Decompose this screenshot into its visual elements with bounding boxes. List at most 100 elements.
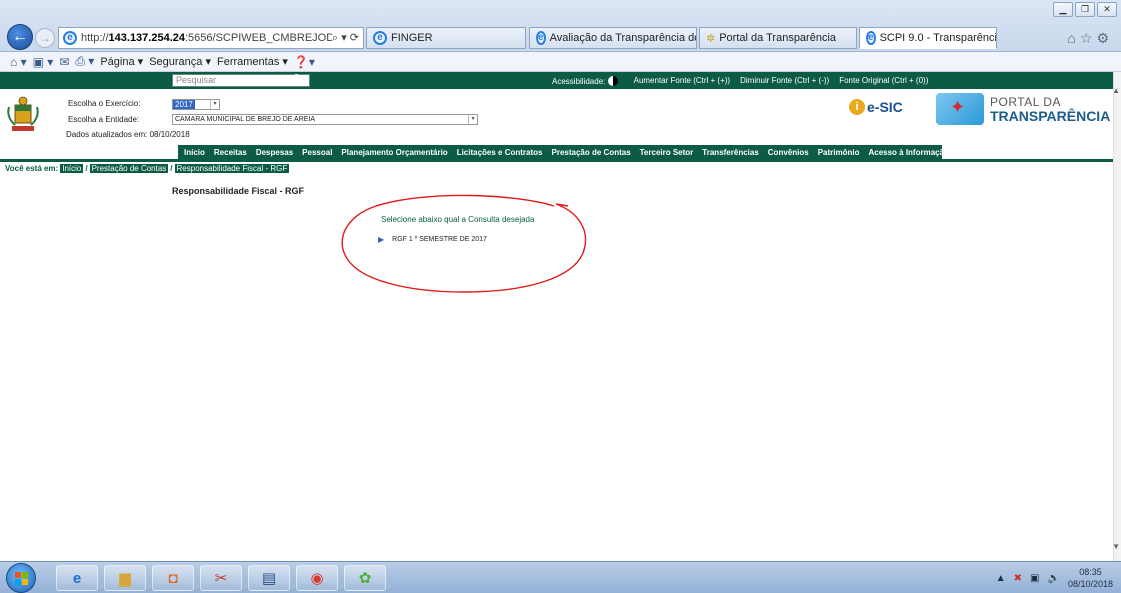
scroll-down-icon[interactable]: ▼	[1112, 542, 1120, 551]
display-icon[interactable]: ▣	[1030, 573, 1039, 584]
main-nav: Início Receitas Despesas Pessoal Planeja…	[178, 145, 949, 159]
nav-planejamento[interactable]: Planejamento Orçamentário	[341, 148, 447, 157]
nav-pessoal[interactable]: Pessoal	[302, 148, 332, 157]
clock-time: 08:35	[1079, 567, 1102, 577]
home-icon[interactable]: ⌂ ▾	[10, 55, 27, 69]
original-font-link[interactable]: Fonte Original (Ctrl + (0))	[839, 76, 928, 86]
volume-icon[interactable]: 🔈	[1048, 573, 1060, 584]
menu-seguranca[interactable]: Segurança ▾	[149, 55, 211, 68]
info-icon: i	[849, 99, 865, 115]
taskbar-chrome[interactable]: ◉	[296, 565, 338, 591]
chrome-icon: ◉	[310, 570, 324, 587]
internet-explorer-icon: e	[72, 569, 82, 587]
help-icon[interactable]: ❓▾	[294, 55, 315, 69]
forward-button[interactable]: →	[35, 28, 55, 48]
document-icon: ▤	[261, 570, 277, 587]
decrease-font-link[interactable]: Diminuir Fonte (Ctrl + (-))	[740, 76, 829, 86]
nav-despesas[interactable]: Despesas	[256, 148, 293, 157]
start-button[interactable]	[6, 563, 36, 593]
nav-receitas[interactable]: Receitas	[214, 148, 247, 157]
breadcrumb-separator: /	[85, 164, 88, 173]
chevron-down-icon[interactable]: ▾	[468, 115, 477, 124]
taskbar-app-orange[interactable]: ◘	[152, 565, 194, 591]
address-tools[interactable]: ⌕ ▾ ⟳	[332, 31, 363, 45]
increase-font-link[interactable]: Aumentar Fonte (Ctrl + (+))	[634, 76, 730, 86]
arrow-left-icon: ←	[12, 28, 28, 45]
scissors-icon: ✂	[214, 570, 228, 587]
browser-titlebar: ▁ ❐ ✕ ← → e http://143.137.254.24:5656/S…	[0, 0, 1121, 52]
breadcrumb-inicio[interactable]: Início	[60, 164, 84, 173]
taskbar-ie[interactable]: e	[56, 565, 98, 591]
site-header: Escolha o Exercício: 2017 ▾ Escolha a En…	[0, 89, 1113, 153]
close-icon[interactable]: ✕	[1097, 2, 1117, 17]
mail-icon[interactable]: ✉	[59, 55, 69, 69]
chevron-down-icon[interactable]: ▾	[210, 100, 219, 109]
portal-line1: PORTAL DA	[990, 95, 1061, 109]
ie-tab-icon: e	[866, 31, 876, 45]
web-page: Pesquisar ⚲ Acessibilidade: Aumentar Fon…	[0, 72, 1113, 561]
taskbar-app-green[interactable]: ✿	[344, 565, 386, 591]
scroll-up-icon[interactable]: ▲	[1112, 86, 1120, 95]
menu-pagina[interactable]: Página ▾	[100, 55, 143, 68]
search-icon[interactable]: ⚲	[292, 72, 301, 86]
minimize-icon[interactable]: ▁	[1053, 2, 1073, 17]
breadcrumb-prestacao[interactable]: Prestação de Contas	[89, 164, 169, 173]
page-scrollbar[interactable]	[1113, 72, 1121, 561]
tab-scpi-active[interactable]: eSCPI 9.0 - Transparência ×	[859, 27, 997, 49]
menu-ferramentas[interactable]: Ferramentas ▾	[217, 55, 288, 68]
tab-avaliacao[interactable]: e Avaliação da Transparência do...	[529, 27, 697, 49]
windows-logo-icon	[15, 572, 28, 585]
home-icon[interactable]: ⌂	[1067, 30, 1079, 46]
nav-inicio[interactable]: Início	[184, 148, 205, 157]
tab-finger[interactable]: e FINGER	[366, 27, 526, 49]
nav-divider	[0, 159, 1113, 162]
feeds-icon[interactable]: ▣ ▾	[33, 55, 54, 69]
print-icon[interactable]: ⎙ ▾	[75, 54, 94, 69]
nav-prestacao[interactable]: Prestação de Contas	[552, 148, 631, 157]
browser-top-icons: ⌂☆⚙	[1067, 30, 1113, 47]
accessibility-label: Acessibilidade:	[552, 76, 624, 86]
breadcrumb: Você está em: Início / Prestação de Cont…	[5, 164, 290, 173]
nav-licitacoes[interactable]: Licitações e Contratos	[457, 148, 543, 157]
portal-tab-icon: ✲	[706, 32, 716, 45]
nav-terceiro-setor[interactable]: Terceiro Setor	[640, 148, 694, 157]
back-button[interactable]: ←	[7, 24, 33, 50]
folder-icon: ▆	[119, 570, 131, 587]
breadcrumb-rgf[interactable]: Responsabilidade Fiscal - RGF	[174, 164, 290, 173]
restore-icon[interactable]: ❐	[1075, 2, 1095, 17]
ie-page-icon: e	[63, 31, 77, 45]
green-app-icon: ✿	[358, 570, 372, 587]
portal-line2: TRANSPARÊNCIA	[990, 108, 1111, 124]
nav-patrimonio[interactable]: Patrimônio	[818, 148, 860, 157]
entity-select[interactable]: CAMARA MUNICIPAL DE BREJO DE AREIA ▾	[172, 114, 478, 125]
search-input[interactable]: Pesquisar	[172, 74, 310, 87]
contrast-icon[interactable]	[607, 76, 618, 86]
ie-tab-icon: e	[373, 31, 387, 45]
red-annotation-ellipse	[341, 194, 587, 293]
network-icon[interactable]: ✖	[1014, 573, 1022, 584]
command-bar: ⌂ ▾ ▣ ▾ ✉ ⎙ ▾ Página ▾ Segurança ▾ Ferra…	[0, 52, 1121, 72]
exercise-select[interactable]: 2017 ▾	[172, 99, 220, 110]
tab-portal[interactable]: ✲ Portal da Transparência	[699, 27, 857, 49]
favorites-star-icon[interactable]: ☆	[1080, 30, 1097, 46]
arrow-right-icon: →	[39, 31, 51, 45]
exercise-label: Escolha o Exercício:	[68, 99, 141, 108]
clock-date: 08/10/2018	[1067, 579, 1113, 589]
esic-logo[interactable]: i e-SIC	[849, 99, 903, 115]
portal-transparencia-logo[interactable]: ✦ PORTAL DA TRANSPARÊNCIA	[936, 93, 1110, 125]
system-tray: ▲ ✖ ▣ 🔈 08:35 08/10/2018	[996, 566, 1113, 590]
settings-gear-icon[interactable]: ⚙	[1096, 30, 1113, 46]
site-topbar: Pesquisar ⚲ Acessibilidade: Aumentar Fon…	[0, 72, 1113, 89]
nav-acesso-informacao[interactable]: Acesso à Informação	[868, 148, 948, 157]
taskbar-explorer[interactable]: ▆	[104, 565, 146, 591]
address-bar[interactable]: e http://143.137.254.24:5656/SCPIWEB_CMB…	[58, 27, 364, 49]
entity-label: Escolha a Entidade:	[68, 115, 140, 124]
taskbar-document[interactable]: ▤	[248, 565, 290, 591]
address-url[interactable]: http://143.137.254.24:5656/SCPIWEB_CMBRE…	[81, 32, 332, 44]
clock[interactable]: 08:35 08/10/2018	[1068, 566, 1113, 590]
taskbar-snipping[interactable]: ✂	[200, 565, 242, 591]
windows-taskbar: e ▆ ◘ ✂ ▤ ◉ ✿ ▲ ✖ ▣ 🔈 08:35 08/10/2018	[0, 561, 1121, 593]
nav-convenios[interactable]: Convênios	[768, 148, 809, 157]
nav-transferencias[interactable]: Transferências	[702, 148, 758, 157]
tray-expand-icon[interactable]: ▲	[996, 573, 1006, 584]
